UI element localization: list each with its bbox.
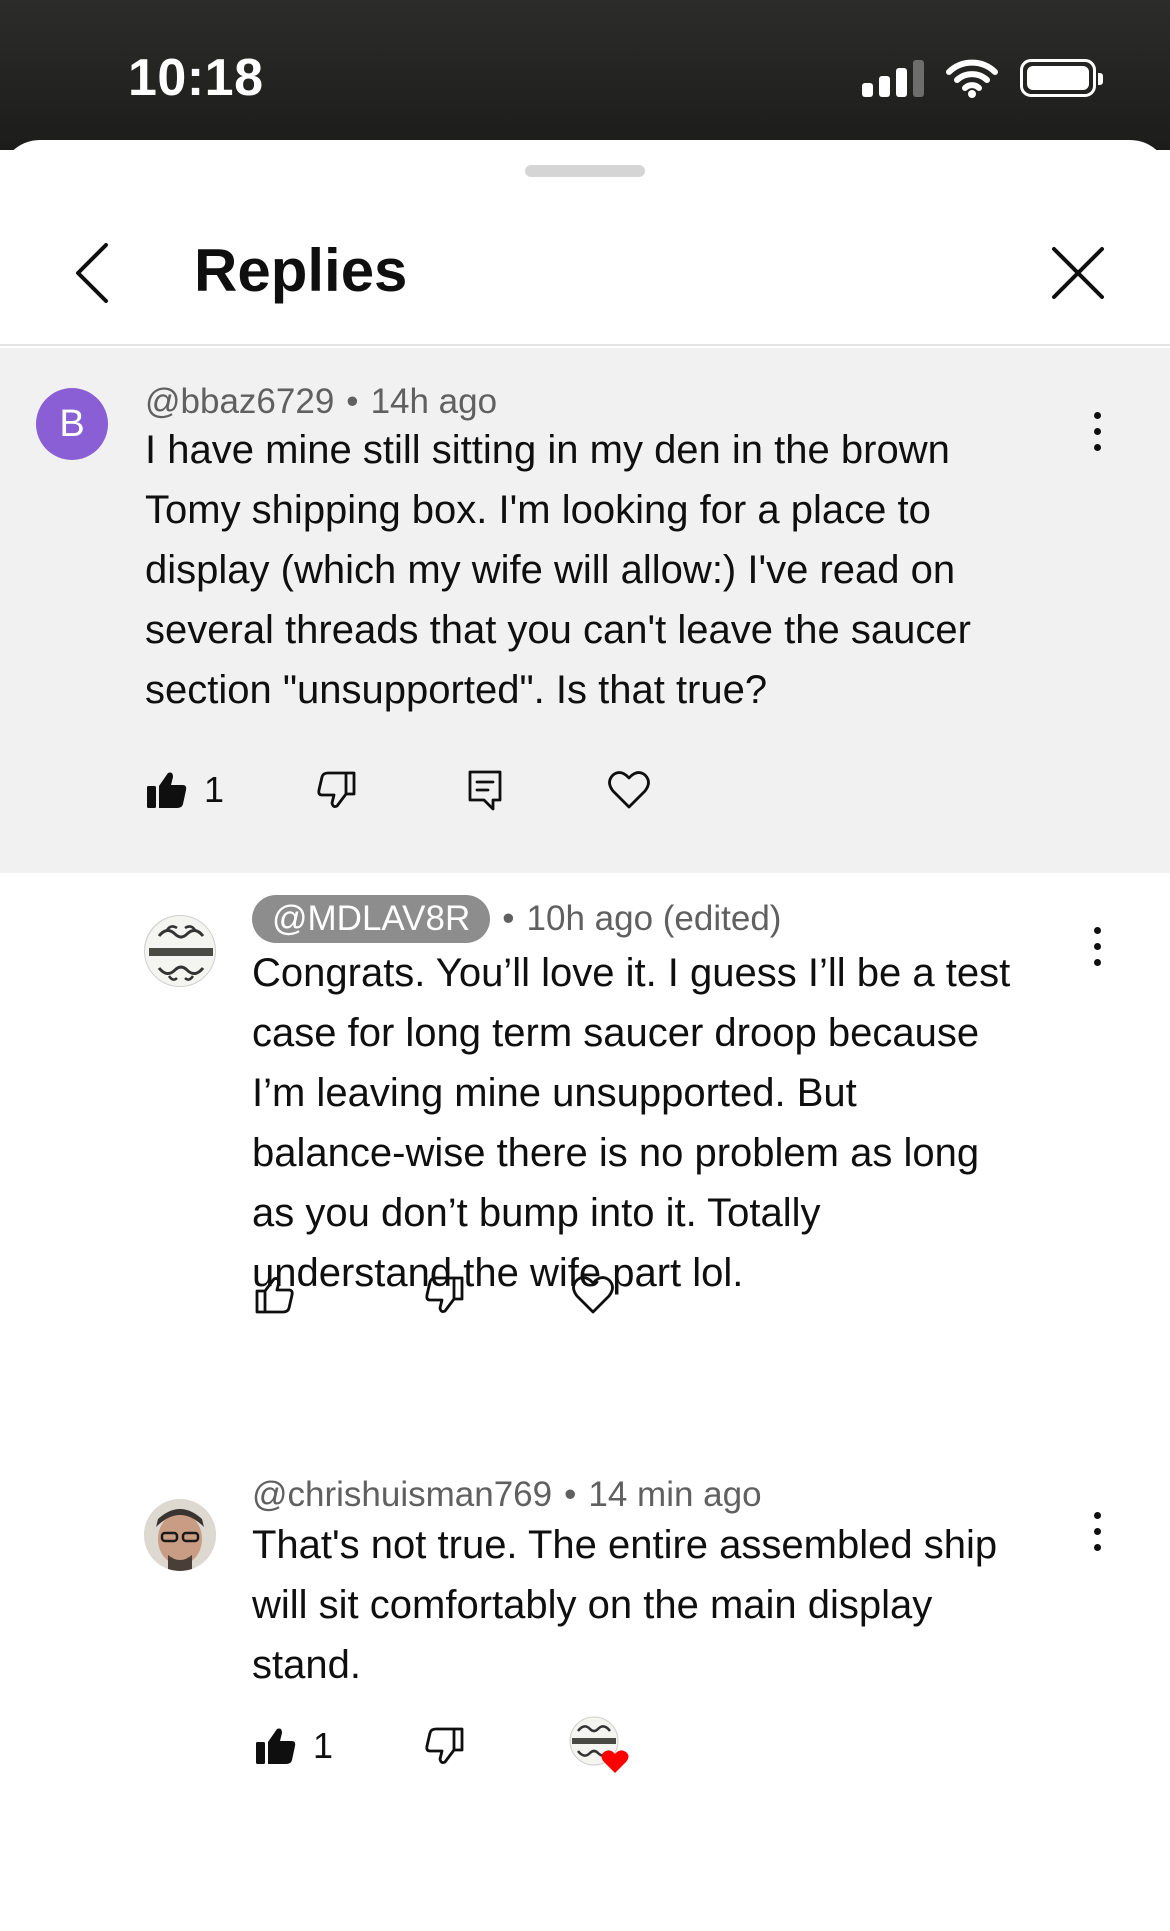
comment-line: I’m leaving mine unsupported. But: [252, 1071, 857, 1115]
heart-outline-icon: [608, 771, 650, 809]
creator-heart-badge[interactable]: [568, 1713, 632, 1777]
battery-icon: [1020, 59, 1103, 97]
meta-separator: •: [564, 1475, 577, 1514]
like-button[interactable]: [255, 1265, 295, 1325]
meta-separator: •: [502, 899, 515, 938]
wifi-icon: [946, 59, 998, 98]
thumbs-up-filled-icon: [256, 1728, 296, 1764]
status-bar: 10:18: [0, 0, 1170, 150]
comment-time: 14 min ago: [588, 1475, 762, 1514]
comment-line: several threads that you can't leave the…: [145, 608, 971, 652]
avatar[interactable]: [144, 915, 216, 987]
thumbs-up-filled-icon: [147, 772, 187, 808]
comment-line: understand the wife part lol.: [252, 1251, 744, 1295]
parent-comment: B @bbaz6729 • 14h ago I have mine still …: [0, 348, 1170, 873]
avatar-image: [144, 1499, 216, 1571]
back-button[interactable]: [52, 233, 132, 313]
comment-meta: @MDLAV8R • 10h ago (edited): [252, 895, 781, 943]
dislike-button[interactable]: [316, 760, 356, 820]
avatar[interactable]: B: [36, 388, 108, 460]
comment-author[interactable]: @chrishuisman769: [252, 1475, 552, 1515]
signal-icon: [862, 59, 924, 97]
dislike-button[interactable]: [424, 1265, 464, 1325]
like-count: 1: [313, 1725, 334, 1766]
comment-text: I have mine still sitting in my den in t…: [145, 420, 1080, 720]
thumbs-down-icon: [425, 1276, 464, 1313]
heart-button[interactable]: [572, 1265, 614, 1325]
comment-line: display (which my wife will allow:) I've…: [145, 548, 956, 592]
comment-line: I have mine still sitting in my den in t…: [145, 428, 950, 472]
comment-meta: @bbaz6729 • 14h ago: [145, 382, 497, 422]
comment-line: balance-wise there is no problem as long: [252, 1131, 980, 1175]
comment-text: Congrats. You’ll love it. I guess I’ll b…: [252, 943, 1132, 1303]
reply-comment-icon: [468, 770, 502, 811]
reply-button[interactable]: [467, 760, 503, 820]
dislike-button[interactable]: [424, 1716, 464, 1776]
heart-button[interactable]: [608, 760, 650, 820]
heart-outline-icon: [572, 1276, 614, 1314]
comment-line: case for long term saucer droop because: [252, 1011, 980, 1055]
comment-line: Tomy shipping box. I'm looking for a pla…: [145, 488, 931, 532]
reply-comment: @chrishuisman769 • 14 min ago That's not…: [0, 1463, 1170, 1931]
comment-meta: @chrishuisman769 • 14 min ago: [252, 1475, 762, 1515]
comment-text: That's not true. The entire assembled sh…: [252, 1515, 1132, 1695]
avatar-letter: B: [36, 388, 108, 460]
avatar-image: [145, 916, 215, 986]
chevron-left-icon: [76, 243, 108, 303]
creator-heart-icon: [569, 1716, 629, 1773]
like-button[interactable]: 1: [146, 760, 224, 820]
creator-handle-badge[interactable]: @MDLAV8R: [252, 895, 491, 943]
replies-header: Replies: [0, 200, 1170, 346]
comment-time: 14h ago: [370, 382, 498, 421]
comment-time: 10h ago (edited): [526, 899, 782, 938]
status-time: 10:18: [128, 49, 264, 107]
like-button[interactable]: 1: [255, 1716, 333, 1776]
close-icon: [1052, 247, 1104, 299]
comment-menu-button[interactable]: [1077, 396, 1117, 466]
page-title: Replies: [194, 237, 408, 304]
thumbs-down-icon: [317, 771, 356, 808]
meta-separator: •: [346, 382, 359, 421]
status-icons: [862, 55, 1103, 101]
close-button[interactable]: [1038, 233, 1118, 313]
reply-comment: @MDLAV8R • 10h ago (edited) Congrats. Yo…: [0, 873, 1170, 1463]
like-count: 1: [204, 769, 225, 810]
thumbs-up-icon: [255, 1277, 294, 1314]
comment-line: Congrats. You’ll love it. I guess I’ll b…: [252, 951, 1011, 995]
thumbs-down-icon: [425, 1727, 464, 1764]
comment-line: as you don’t bump into it. Totally: [252, 1191, 821, 1235]
comment-line: stand.: [252, 1643, 361, 1687]
comment-line: section "unsupported". Is that true?: [145, 668, 768, 712]
comment-author[interactable]: @bbaz6729: [145, 382, 334, 422]
comment-line: That's not true. The entire assembled sh…: [252, 1523, 998, 1567]
comment-line: will sit comfortably on the main display: [252, 1583, 933, 1627]
sheet-grabber[interactable]: [525, 165, 645, 177]
avatar[interactable]: [144, 1499, 216, 1571]
replies-sheet: Replies B @bbaz6729 • 14h ago I have min…: [0, 140, 1170, 1931]
